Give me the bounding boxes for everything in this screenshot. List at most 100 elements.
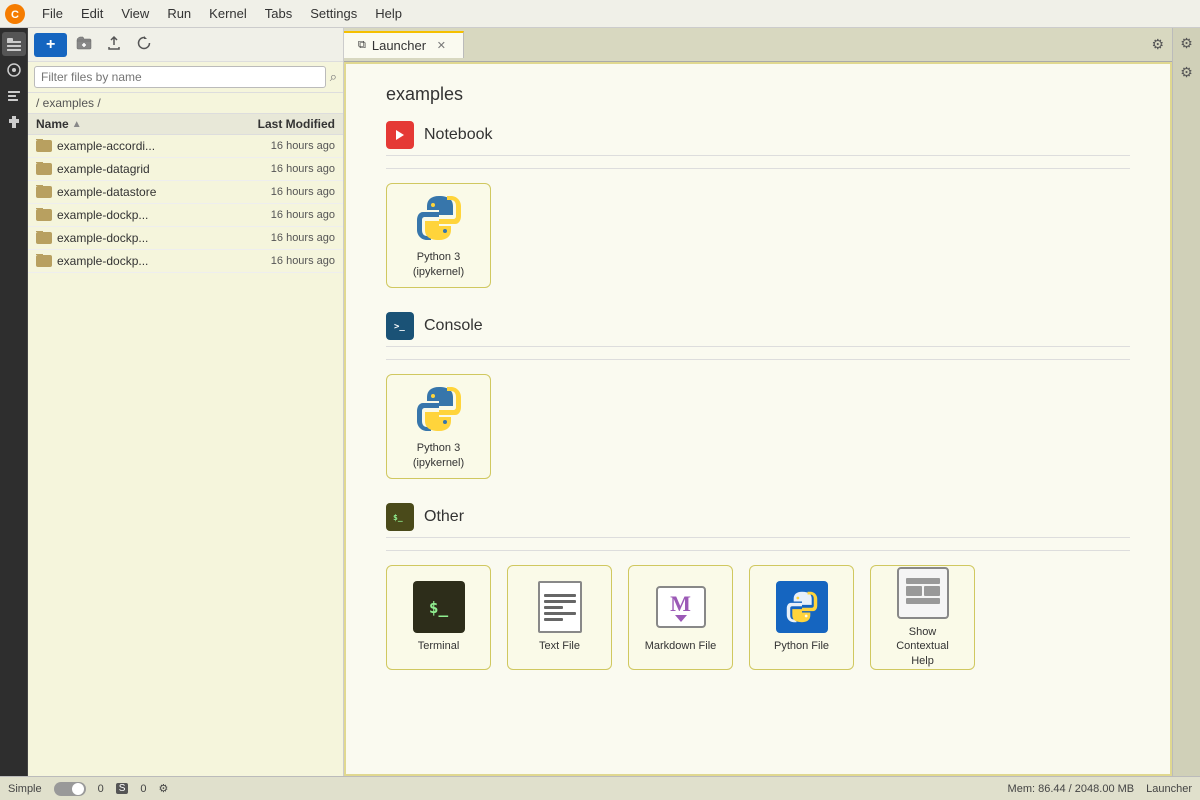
main-area: + [0,28,1200,776]
notebook-section-label: Notebook [424,126,493,144]
help-icon-shape [897,567,949,619]
pythonfile-card[interactable]: Python File [749,565,854,670]
counter2-value: 0 [140,783,146,795]
textfile-card[interactable]: Text File [507,565,612,670]
menu-view[interactable]: View [113,4,157,23]
file-modified: 16 hours ago [271,209,335,221]
notebook-section-icon [386,121,414,149]
s-icon: S [116,783,129,794]
contextual-help-label: Show ContextualHelp [881,625,964,668]
textfile-icon-shape [538,581,582,633]
pythonfile-label: Python File [774,639,829,653]
file-list: example-accordi... 16 hours ago example-… [28,135,343,776]
python3-console-card[interactable]: Python 3(ipykernel) [386,374,491,479]
other-cards: $_ Terminal [386,565,1130,670]
simple-label: Simple [8,783,42,795]
folder-icon [36,140,52,152]
plus-icon: + [46,36,55,54]
search-bar: ⌕ [28,62,343,93]
file-modified: 16 hours ago [271,232,335,244]
menu-kernel[interactable]: Kernel [201,4,255,23]
markdown-card[interactable]: M Markdown File [628,565,733,670]
menu-file[interactable]: File [34,4,71,23]
menu-edit[interactable]: Edit [73,4,111,23]
svg-text:$_: $_ [393,513,403,522]
terminal-card-icon: $_ [413,581,465,633]
counter1-value: 0 [98,783,104,795]
terminal-prompt-symbol: $_ [429,598,448,617]
menu-tabs[interactable]: Tabs [257,4,300,23]
menu-help[interactable]: Help [367,4,410,23]
file-item[interactable]: example-accordi... 16 hours ago [28,135,343,158]
section-header-console: >_ Console [386,312,1130,347]
simple-toggle[interactable] [54,782,86,796]
svg-text:>_: >_ [394,322,405,332]
left-icon-rail [0,28,28,776]
search-input[interactable] [34,66,326,88]
svg-text:C: C [11,9,19,21]
right-area: ⧉ Launcher ✕ ⚙ examples Notebook [344,28,1172,776]
file-name: example-dockp... [36,208,148,222]
python-blue-bg [776,581,828,633]
other-section-label: Other [424,508,464,526]
new-folder-button[interactable] [71,32,97,57]
console-cards: Python 3(ipykernel) [386,374,1130,479]
menu-settings[interactable]: Settings [302,4,365,23]
console-sep [386,359,1130,360]
refresh-button[interactable] [131,32,157,57]
file-item[interactable]: example-datagrid 16 hours ago [28,158,343,181]
tab-close-button[interactable]: ✕ [434,38,449,53]
file-item[interactable]: example-dockp... 16 hours ago [28,227,343,250]
search-icon: ⌕ [330,69,337,85]
rail-extension-icon[interactable] [2,110,26,134]
file-name: example-datastore [36,185,156,199]
folder-icon [36,163,52,175]
file-modified: 16 hours ago [271,140,335,152]
notebook-sep [386,168,1130,169]
textfile-card-icon [534,581,586,633]
breadcrumb: / examples / [28,93,343,114]
memory-usage: Mem: 86.44 / 2048.00 MB [1008,783,1135,795]
section-header-notebook: Notebook [386,121,1130,156]
terminal-card[interactable]: $_ Terminal [386,565,491,670]
launcher-area: examples Notebook [344,62,1172,776]
new-launcher-button[interactable]: + [34,33,67,57]
rail-files-icon[interactable] [2,32,26,56]
menu-run[interactable]: Run [159,4,199,23]
markdown-label: Markdown File [645,639,717,653]
rail-running-icon[interactable] [2,58,26,82]
settings-button[interactable]: ⚙ [1143,32,1172,57]
launcher-title: examples [386,84,1130,105]
upload-button[interactable] [101,32,127,57]
right-rail-settings-icon[interactable]: ⚙ [1177,32,1196,55]
file-list-header[interactable]: Name ▲ Last Modified [28,114,343,135]
right-rail-gear-icon[interactable]: ⚙ [1177,61,1196,84]
file-modified: 16 hours ago [271,255,335,267]
file-item[interactable]: example-datastore 16 hours ago [28,181,343,204]
python3-notebook-label: Python 3(ipykernel) [413,250,464,279]
terminal-label: Terminal [418,639,460,653]
file-item[interactable]: example-dockp... 16 hours ago [28,250,343,273]
markdown-m-letter: M [670,593,691,615]
tab-launcher[interactable]: ⧉ Launcher ✕ [344,31,464,58]
contextual-help-card[interactable]: Show ContextualHelp [870,565,975,670]
other-section-icon: $_ [386,503,414,531]
file-name: example-dockp... [36,231,148,245]
right-rail: ⚙ ⚙ [1172,28,1200,776]
right-status-label: Launcher [1146,783,1192,795]
file-item[interactable]: example-dockp... 16 hours ago [28,204,343,227]
pythonfile-card-icon [776,581,828,633]
markdown-arrow-down [675,615,687,622]
column-modified-header: Last Modified [258,117,335,131]
file-modified: 16 hours ago [271,163,335,175]
file-name: example-accordi... [36,139,155,153]
section-header-other: $_ Other [386,503,1130,538]
rail-commands-icon[interactable] [2,84,26,108]
sidebar: + [28,28,344,776]
tab-bar: ⧉ Launcher ✕ ⚙ [344,28,1172,62]
folder-icon [36,255,52,267]
tab-label: Launcher [372,38,426,53]
app-icon: C [4,3,26,25]
python3-notebook-card[interactable]: Python 3(ipykernel) [386,183,491,288]
settings-gear-icon[interactable]: ⚙ [159,782,169,795]
